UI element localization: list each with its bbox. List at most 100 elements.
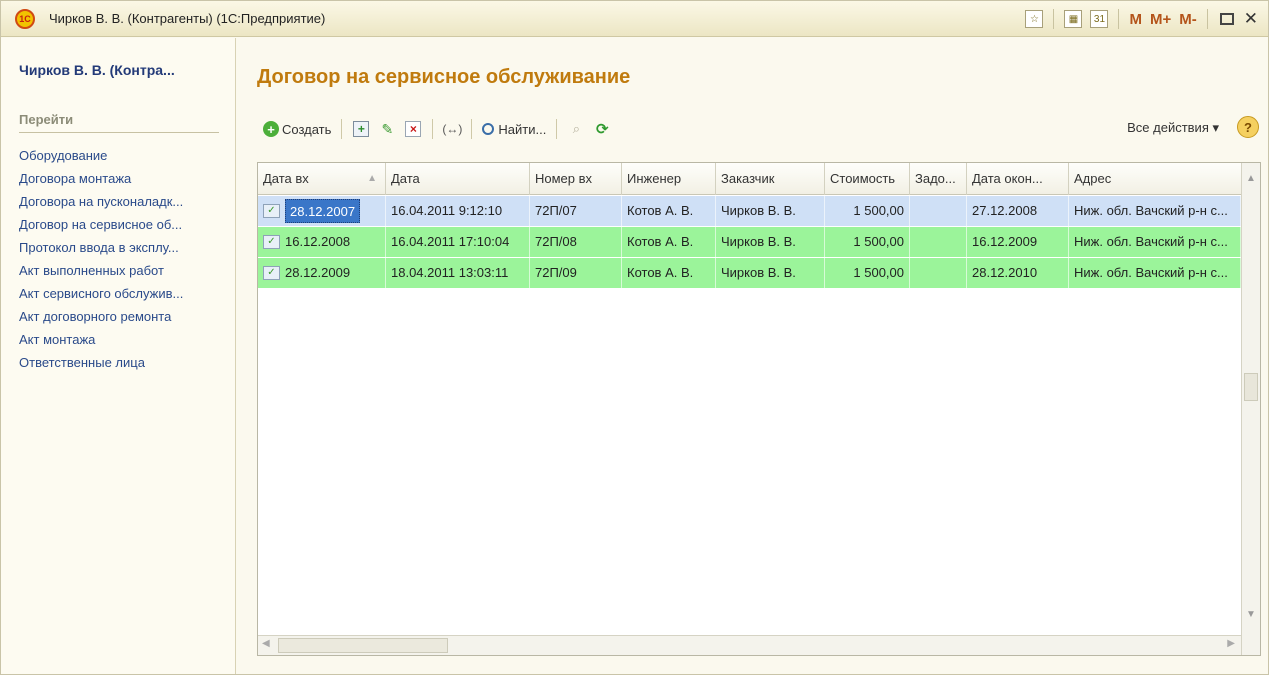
- cell-end-date[interactable]: 28.12.2010: [967, 258, 1069, 288]
- column-header-date[interactable]: Дата: [386, 163, 530, 195]
- nav-panel-title[interactable]: Чирков В. В. (Контра...: [19, 62, 175, 78]
- scroll-up-icon[interactable]: ▲: [1242, 169, 1260, 189]
- cancel-search-icon[interactable]: ⌕: [568, 121, 584, 137]
- find-button-label: Найти...: [498, 121, 547, 137]
- favorite-icon[interactable]: ☆: [1025, 10, 1044, 28]
- horizontal-scrollbar[interactable]: ◀ ▶: [258, 635, 1241, 655]
- cell-date[interactable]: 16.04.2011 9:12:10: [386, 196, 530, 226]
- nav-item-responsible-persons[interactable]: Ответственные лица: [19, 351, 183, 374]
- scroll-left-icon[interactable]: ◀: [262, 638, 270, 649]
- column-header-customer[interactable]: Заказчик: [716, 163, 825, 195]
- nav-item-commissioning-contracts[interactable]: Договора на пусконаладк...: [19, 190, 183, 213]
- nav-item-repair-act[interactable]: Акт договорного ремонта: [19, 305, 183, 328]
- maximize-icon[interactable]: [1219, 13, 1234, 25]
- document-posted-icon: ✓: [263, 235, 280, 249]
- title-bar-tools: ☆ ▦ 31 M M+ M- ✕: [1021, 7, 1262, 31]
- cell-date[interactable]: 18.04.2011 13:03:11: [386, 258, 530, 288]
- copy-icon[interactable]: +: [353, 121, 370, 137]
- table-body: ✓ 28.12.2007 16.04.2011 9:12:10 72П/07 К…: [258, 196, 1241, 289]
- cell-cost[interactable]: 1 500,00: [825, 196, 910, 226]
- divider: [471, 119, 473, 139]
- cell-address[interactable]: Ниж. обл. Вачский р-н с...: [1069, 227, 1241, 257]
- column-header-end-date[interactable]: Дата окон...: [967, 163, 1069, 195]
- cell-end-date[interactable]: 27.12.2008: [967, 196, 1069, 226]
- nav-item-work-act[interactable]: Акт выполненных работ: [19, 259, 183, 282]
- cell-date[interactable]: 16.04.2011 17:10:04: [386, 227, 530, 257]
- cell-end-date[interactable]: 16.12.2009: [967, 227, 1069, 257]
- form-area: Договор на сервисное обслуживание + Созд…: [237, 38, 1268, 674]
- document-posted-icon: ✓: [263, 204, 280, 218]
- cell-customer[interactable]: Чирков В. В.: [716, 258, 825, 288]
- cell-engineer[interactable]: Котов А. В.: [622, 196, 716, 226]
- column-header-cost[interactable]: Стоимость: [825, 163, 910, 195]
- cell-engineer[interactable]: Котов А. В.: [622, 227, 716, 257]
- cell-address[interactable]: Ниж. обл. Вачский р-н с...: [1069, 196, 1241, 226]
- contracts-table[interactable]: Дата вх ▲ Дата Номер вх Инженер Заказчик …: [257, 162, 1261, 656]
- command-bar: + Создать + ✎ × (↔) Найти... ⌕ ⟳ Все дей…: [259, 116, 1259, 142]
- cell-number-in[interactable]: 72П/09: [530, 258, 622, 288]
- interval-icon[interactable]: (↔): [442, 121, 462, 137]
- cell-date-in[interactable]: ✓ 16.12.2008: [258, 227, 386, 257]
- nav-item-commissioning-protocol[interactable]: Протокол ввода в эксплу...: [19, 236, 183, 259]
- help-icon[interactable]: ?: [1237, 116, 1259, 138]
- all-actions-menu[interactable]: Все действия ▾: [1127, 120, 1219, 136]
- scroll-right-icon[interactable]: ▶: [1227, 638, 1235, 649]
- column-header-address[interactable]: Адрес: [1069, 163, 1241, 195]
- table-row[interactable]: ✓ 28.12.2007 16.04.2011 9:12:10 72П/07 К…: [258, 196, 1241, 227]
- title-bar: 1С Чирков В. В. (Контрагенты) (1С:Предпр…: [1, 1, 1268, 37]
- vertical-scroll-thumb[interactable]: [1244, 373, 1258, 401]
- nav-item-installation-contracts[interactable]: Договора монтажа: [19, 167, 183, 190]
- app-logo[interactable]: 1С: [15, 8, 35, 29]
- edit-pencil-icon[interactable]: ✎: [379, 121, 395, 137]
- cell-debt[interactable]: [910, 227, 967, 257]
- memory-minus-button[interactable]: M-: [1179, 11, 1197, 28]
- cell-debt[interactable]: [910, 196, 967, 226]
- calendar-icon[interactable]: 31: [1090, 10, 1109, 28]
- cell-engineer[interactable]: Котов А. В.: [622, 258, 716, 288]
- memory-button[interactable]: M: [1129, 11, 1142, 28]
- nav-item-service-contract[interactable]: Договор на сервисное об...: [19, 213, 183, 236]
- cell-number-in[interactable]: 72П/08: [530, 227, 622, 257]
- form-title: Договор на сервисное обслуживание: [257, 66, 631, 88]
- close-icon[interactable]: ✕: [1244, 9, 1258, 29]
- table-header: Дата вх ▲ Дата Номер вх Инженер Заказчик …: [258, 163, 1241, 195]
- selected-cell[interactable]: 28.12.2007: [285, 199, 361, 223]
- nav-item-installation-act[interactable]: Акт монтажа: [19, 328, 183, 351]
- column-header-date-in[interactable]: Дата вх ▲: [258, 163, 386, 195]
- divider: [19, 132, 219, 133]
- find-button[interactable]: Найти...: [478, 117, 550, 141]
- create-button[interactable]: + Создать: [259, 117, 335, 141]
- horizontal-scroll-thumb[interactable]: [278, 638, 448, 653]
- vertical-scrollbar[interactable]: ▲ ▼: [1241, 163, 1260, 655]
- refresh-icon[interactable]: ⟳: [594, 121, 610, 138]
- delete-mark-icon[interactable]: ×: [405, 121, 422, 137]
- cell-customer[interactable]: Чирков В. В.: [716, 196, 825, 226]
- cell-address[interactable]: Ниж. обл. Вачский р-н с...: [1069, 258, 1241, 288]
- create-button-label: Создать: [282, 121, 332, 137]
- scroll-down-icon[interactable]: ▼: [1242, 605, 1260, 625]
- column-header-debt[interactable]: Задо...: [910, 163, 967, 195]
- nav-section-title: Перейти: [19, 112, 74, 127]
- cell-number-in[interactable]: 72П/07: [530, 196, 622, 226]
- memory-plus-button[interactable]: M+: [1150, 11, 1171, 28]
- table-row[interactable]: ✓ 28.12.2009 18.04.2011 13:03:11 72П/09 …: [258, 258, 1241, 289]
- divider: [1053, 9, 1055, 29]
- calculator-icon[interactable]: ▦: [1064, 10, 1083, 28]
- window-title: Чирков В. В. (Контрагенты) (1С:Предприят…: [49, 11, 326, 26]
- divider: [341, 119, 343, 139]
- nav-item-service-act[interactable]: Акт сервисного обслужив...: [19, 282, 183, 305]
- cell-debt[interactable]: [910, 258, 967, 288]
- divider: [1118, 9, 1120, 29]
- cell-cost[interactable]: 1 500,00: [825, 227, 910, 257]
- cell-cost[interactable]: 1 500,00: [825, 258, 910, 288]
- cell-customer[interactable]: Чирков В. В.: [716, 227, 825, 257]
- column-header-engineer[interactable]: Инженер: [622, 163, 716, 195]
- divider: [1206, 9, 1208, 29]
- cell-date-in[interactable]: ✓ 28.12.2009: [258, 258, 386, 288]
- nav-items: Оборудование Договора монтажа Договора н…: [19, 144, 183, 374]
- cell-date-in[interactable]: ✓ 28.12.2007: [258, 196, 386, 226]
- table-row[interactable]: ✓ 16.12.2008 16.04.2011 17:10:04 72П/08 …: [258, 227, 1241, 258]
- divider: [556, 119, 558, 139]
- column-header-number-in[interactable]: Номер вх: [530, 163, 622, 195]
- nav-item-equipment[interactable]: Оборудование: [19, 144, 183, 167]
